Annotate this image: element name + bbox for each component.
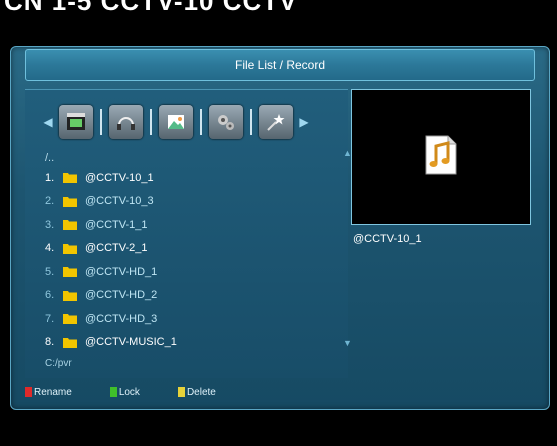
list-item[interactable]: 7. @CCTV-HD_3 (45, 307, 335, 331)
item-name: @CCTV-10_3 (85, 195, 154, 208)
preview-file-name: @CCTV-10_1 (353, 233, 422, 245)
item-index: 2. (45, 195, 55, 208)
item-index: 3. (45, 218, 55, 231)
window-title: File List / Record (25, 49, 535, 81)
folder-icon (63, 196, 77, 207)
delete-label: Delete (186, 386, 216, 398)
effects-icon[interactable] (259, 105, 293, 139)
left-arrow-icon[interactable]: ◀ (41, 115, 55, 129)
item-name: @CCTV-MUSIC_1 (85, 336, 177, 349)
list-item[interactable]: 4. @CCTV-2_1 (45, 237, 335, 261)
item-name: @CCTV-2_1 (85, 242, 148, 255)
separator (200, 109, 202, 135)
delete-key[interactable]: Delete (177, 386, 216, 398)
folder-icon (63, 267, 77, 278)
item-index: 7. (45, 312, 55, 325)
separator (100, 109, 102, 135)
folder-icon (63, 243, 77, 254)
folder-icon (63, 314, 77, 325)
separator (250, 109, 252, 135)
item-index: 1. (45, 171, 55, 184)
music-icon[interactable] (109, 105, 143, 139)
file-browser-panel: ◀ ▶ /.. ▲ 1. @CCTV-10_1 2. @CCTV-10_3 3.… (25, 89, 352, 378)
color-key-legend: Rename Lock Delete (25, 381, 535, 403)
item-name: @CCTV-HD_2 (85, 289, 158, 302)
right-arrow-icon[interactable]: ▶ (297, 115, 311, 129)
red-key-icon (25, 387, 32, 397)
list-item[interactable]: 1. @CCTV-10_1 (45, 166, 335, 190)
lock-key[interactable]: Lock (109, 386, 140, 398)
item-name: @CCTV-10_1 (85, 171, 154, 184)
list-item[interactable]: 8. @CCTV-MUSIC_1 (45, 331, 335, 355)
item-name: @CCTV-1_1 (85, 218, 148, 231)
item-index: 5. (45, 265, 55, 278)
item-index: 8. (45, 336, 55, 349)
category-bar: ◀ ▶ (41, 100, 311, 144)
yellow-key-icon (177, 387, 185, 397)
list-item[interactable]: 6. @CCTV-HD_2 (45, 284, 335, 308)
scroll-down-icon[interactable]: ▼ (343, 338, 352, 348)
top-banner-text: CN 1-5 CCTV-10 CCTV (4, 0, 298, 16)
folder-icon (63, 173, 77, 184)
list-item[interactable]: 2. @CCTV-10_3 (45, 190, 335, 214)
item-name: @CCTV-HD_1 (85, 265, 158, 278)
current-path: C:/pvr (45, 358, 72, 369)
settings-icon[interactable] (209, 105, 243, 139)
file-list-screen: File List / Record ◀ ▶ /.. ▲ 1. @CCTV-10… (10, 46, 550, 410)
folder-icon (63, 337, 77, 348)
file-list: 1. @CCTV-10_1 2. @CCTV-10_3 3. @CCTV-1_1… (45, 166, 335, 354)
movie-icon[interactable] (59, 105, 93, 139)
green-key-icon (109, 387, 117, 397)
list-item[interactable]: 3. @CCTV-1_1 (45, 213, 335, 237)
separator (150, 109, 152, 135)
item-index: 4. (45, 242, 55, 255)
lock-label: Lock (118, 386, 140, 398)
rename-key[interactable]: Rename (25, 387, 72, 398)
list-item[interactable]: 5. @CCTV-HD_1 (45, 260, 335, 284)
folder-icon (63, 290, 77, 301)
item-index: 6. (45, 289, 55, 302)
parent-directory[interactable]: /.. (45, 152, 54, 164)
image-icon[interactable] (159, 105, 193, 139)
folder-icon (63, 220, 77, 231)
rename-label: Rename (34, 386, 72, 398)
item-name: @CCTV-HD_3 (85, 312, 158, 325)
music-file-icon (425, 135, 457, 175)
preview-pane (351, 89, 531, 225)
